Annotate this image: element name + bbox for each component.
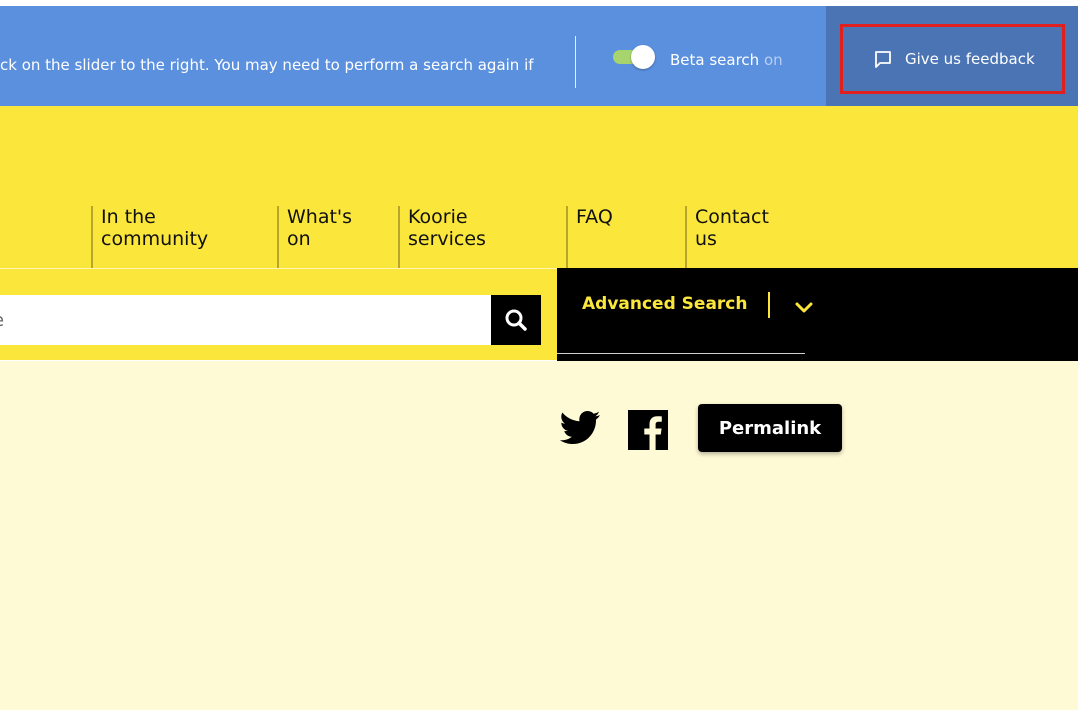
beta-search-toggle[interactable] <box>613 45 657 69</box>
nav-item-faq[interactable]: FAQ <box>566 206 613 268</box>
search-icon <box>505 309 527 331</box>
nav-label-line1: FAQ <box>576 206 613 228</box>
chevron-down-icon[interactable] <box>793 296 815 318</box>
nav-label-line2: services <box>408 228 486 250</box>
beta-search-label: Beta search on <box>670 51 783 69</box>
nav-label-line2: community <box>101 228 209 250</box>
give-feedback-button[interactable]: Give us feedback <box>840 24 1065 94</box>
facebook-icon[interactable] <box>628 410 668 450</box>
nav-item-whats-on[interactable]: What's on <box>277 206 352 268</box>
site-header: In the community What's on Koorie servic… <box>0 106 1078 268</box>
search-input[interactable] <box>0 295 491 345</box>
advanced-search-separator <box>768 292 770 318</box>
nav-label-line1: In the <box>101 206 156 228</box>
feedback-panel: Give us feedback <box>826 6 1078 106</box>
nav-item-in-the-community[interactable]: In the community <box>91 206 208 268</box>
banner-divider <box>575 36 576 88</box>
advanced-search-underline <box>557 353 805 354</box>
beta-search-state: on <box>763 51 783 69</box>
nav-label-line1: Contact <box>695 206 769 228</box>
nav-item-contact-us[interactable]: Contact us <box>685 206 769 268</box>
nav-label-line2: on <box>287 228 311 250</box>
nav-label-line2: us <box>695 228 717 250</box>
advanced-search-panel: Advanced Search <box>557 268 1078 361</box>
advanced-search-link[interactable]: Advanced Search <box>582 294 747 314</box>
content-area: Permalink <box>0 361 1078 710</box>
nav-item-koorie-services[interactable]: Koorie services <box>398 206 486 268</box>
toggle-knob[interactable] <box>631 45 655 69</box>
search-button[interactable] <box>491 295 541 345</box>
beta-message: ck on the slider to the right. You may n… <box>0 56 534 74</box>
twitter-icon[interactable] <box>560 411 600 445</box>
search-bar <box>0 268 557 360</box>
speech-bubble-icon <box>875 51 891 68</box>
nav-label-line1: Koorie <box>408 206 468 228</box>
beta-search-text: Beta search <box>670 51 760 69</box>
feedback-label: Give us feedback <box>905 50 1035 68</box>
permalink-button[interactable]: Permalink <box>698 404 842 452</box>
nav-label-line1: What's <box>287 206 353 228</box>
